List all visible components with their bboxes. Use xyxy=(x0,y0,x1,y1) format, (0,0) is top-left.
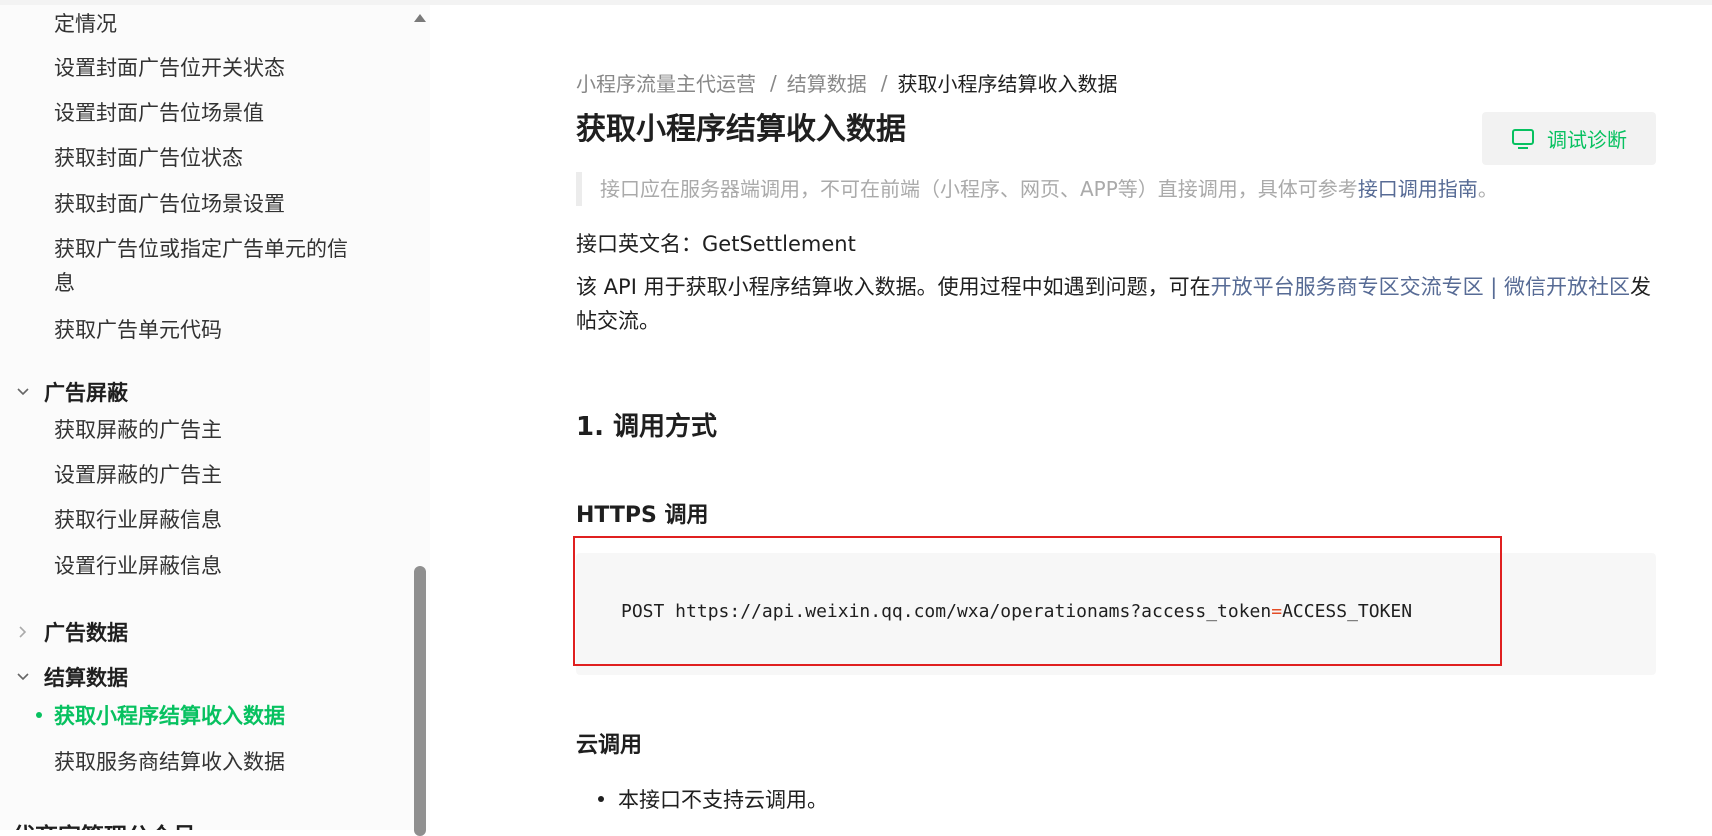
api-description: 该 API 用于获取小程序结算收入数据。使用过程中如遇到问题，可在开放平台服务商… xyxy=(576,270,1656,338)
sidebar-item[interactable]: 设置行业屏蔽信息 xyxy=(54,549,222,583)
active-dot-icon xyxy=(36,712,42,718)
sidebar-item[interactable]: 设置封面广告位开关状态 xyxy=(54,51,285,85)
page-title: 获取小程序结算收入数据 xyxy=(576,112,906,147)
code-operator: = xyxy=(1271,601,1283,622)
sidebar-item[interactable]: 设置屏蔽的广告主 xyxy=(54,458,222,492)
sidebar-group-label: 广告屏蔽 xyxy=(44,381,128,405)
sidebar-item[interactable]: 定情况 xyxy=(54,7,117,41)
chevron-down-icon xyxy=(12,381,34,403)
api-english-name: 接口英文名：GetSettlement xyxy=(576,232,856,256)
list-item-text: 本接口不支持云调用。 xyxy=(618,788,828,812)
breadcrumb-item[interactable]: 小程序流量主代运营 xyxy=(576,68,756,97)
sidebar-item-label: 获取小程序结算收入数据 xyxy=(54,704,285,728)
sidebar-item[interactable]: 获取封面广告位状态 xyxy=(54,141,243,175)
notice-callout: 接口应在服务器端调用，不可在前端（小程序、网页、APP等）直接调用，具体可参考接… xyxy=(576,172,1656,206)
sidebar-item-active[interactable]: 获取小程序结算收入数据 xyxy=(36,700,285,730)
breadcrumb: 小程序流量主代运营 / 结算数据 / 获取小程序结算收入数据 xyxy=(576,68,1118,97)
code-prefix: POST https://api.weixin.qq.com/wxa/opera… xyxy=(621,601,1272,622)
sidebar-group-ad-block[interactable]: 广告屏蔽 xyxy=(12,377,128,407)
debug-button-label: 调试诊断 xyxy=(1547,128,1627,152)
sidebar-item[interactable]: 获取行业屏蔽信息 xyxy=(54,503,222,537)
breadcrumb-separator: / xyxy=(880,70,888,95)
sidebar-group-ad-data[interactable]: 广告数据 xyxy=(12,617,128,647)
section-title-https: HTTPS 调用 xyxy=(576,503,709,528)
chevron-right-icon xyxy=(12,621,34,643)
sidebar-group-label: 广告数据 xyxy=(44,621,128,645)
description-text: 该 API 用于获取小程序结算收入数据。使用过程中如遇到问题，可在 xyxy=(576,275,1211,299)
sidebar-group-bottom[interactable]: 代商家管理公众号 xyxy=(12,817,196,830)
code-request-line: POST https://api.weixin.qq.com/wxa/opera… xyxy=(621,601,1412,622)
notice-suffix: 。 xyxy=(1477,177,1498,201)
breadcrumb-item[interactable]: 结算数据 xyxy=(787,68,867,97)
sidebar-item[interactable]: 获取封面广告位场景设置 xyxy=(54,187,285,221)
sidebar-group-label: 结算数据 xyxy=(44,666,128,690)
scroll-up-arrow-icon[interactable] xyxy=(414,14,426,22)
scrollbar-thumb[interactable] xyxy=(414,566,426,836)
sidebar-nav: 定情况 设置封面广告位开关状态 设置封面广告位场景值 获取封面广告位状态 获取封… xyxy=(0,5,430,830)
sidebar-item[interactable]: 获取服务商结算收入数据 xyxy=(54,745,285,779)
debug-diagnose-button[interactable]: 调试诊断 xyxy=(1482,112,1656,165)
sidebar-item[interactable]: 获取广告位或指定广告单元的信息 xyxy=(54,232,354,300)
chevron-down-icon xyxy=(12,666,34,688)
section-title-cloud: 云调用 xyxy=(576,733,643,758)
breadcrumb-current: 获取小程序结算收入数据 xyxy=(897,72,1118,96)
sidebar-item[interactable]: 获取广告单元代码 xyxy=(54,313,222,347)
code-suffix: ACCESS_TOKEN xyxy=(1282,601,1413,622)
bullet-dot-icon xyxy=(598,796,604,802)
sidebar-item[interactable]: 获取屏蔽的广告主 xyxy=(54,413,222,447)
notice-text: 接口应在服务器端调用，不可在前端（小程序、网页、APP等）直接调用，具体可参考 xyxy=(600,177,1358,201)
sidebar-item[interactable]: 设置封面广告位场景值 xyxy=(54,96,264,130)
list-item: 本接口不支持云调用。 xyxy=(598,784,828,814)
section-title-call-method: 1. 调用方式 xyxy=(576,412,718,442)
community-link[interactable]: 开放平台服务商专区交流专区 | 微信开放社区 xyxy=(1211,275,1630,299)
notice-link[interactable]: 接口调用指南 xyxy=(1358,177,1478,201)
sidebar-group-settlement[interactable]: 结算数据 xyxy=(12,662,128,692)
breadcrumb-separator: / xyxy=(770,70,777,95)
monitor-icon xyxy=(1512,128,1534,149)
